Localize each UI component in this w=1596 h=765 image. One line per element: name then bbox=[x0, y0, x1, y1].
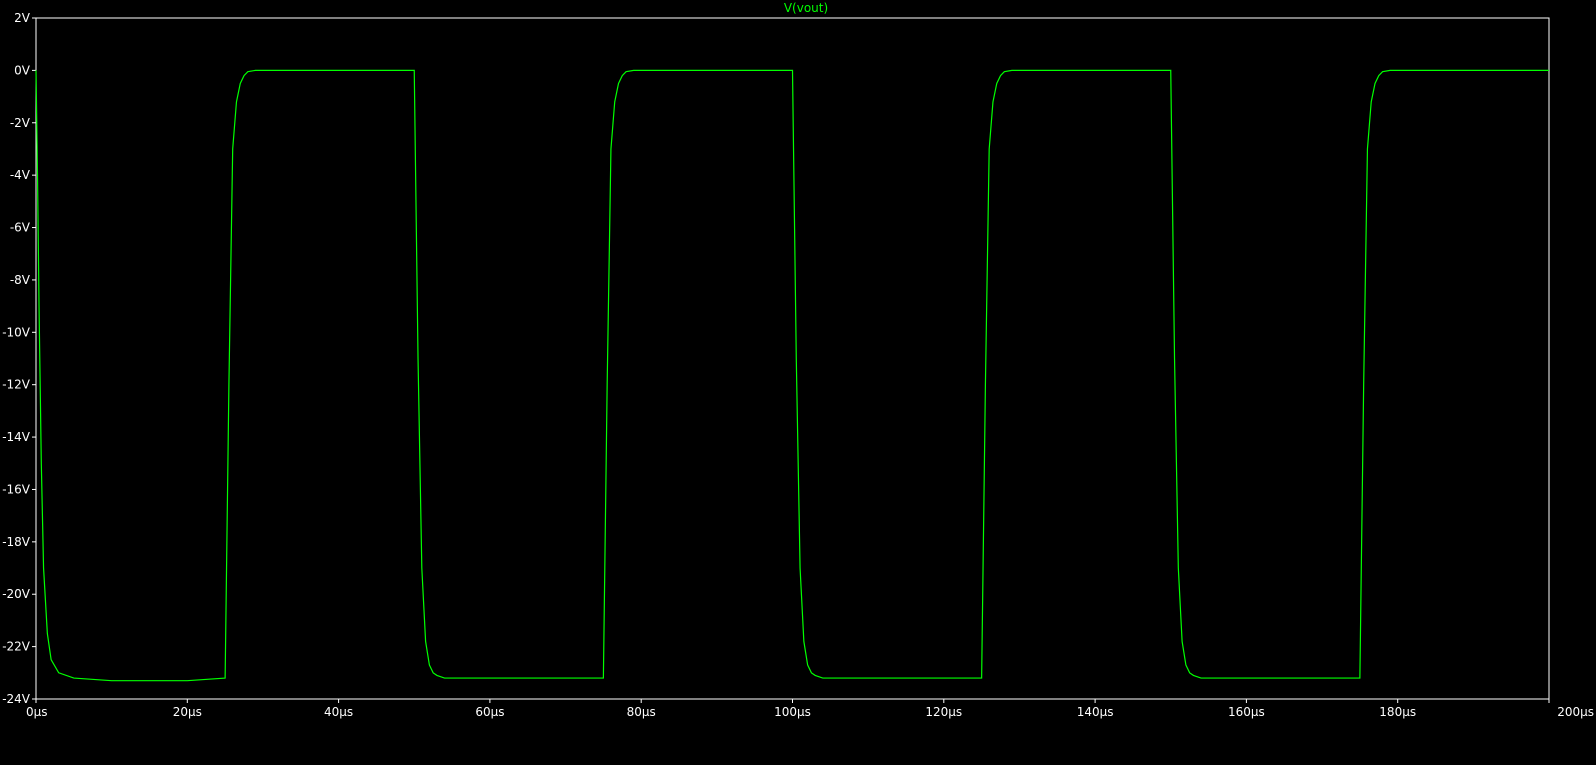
x-tick-label: 20µs bbox=[173, 705, 202, 719]
x-tick-label: 120µs bbox=[925, 705, 962, 719]
x-tick-label: 0µs bbox=[26, 705, 48, 719]
y-tick-label: -24V bbox=[2, 692, 31, 706]
y-tick-label: -10V bbox=[2, 325, 31, 339]
trace-line-vout[interactable] bbox=[35, 69, 1549, 682]
x-tick-label: 160µs bbox=[1228, 705, 1265, 719]
x-tick-label: 60µs bbox=[475, 705, 504, 719]
x-tick-label: 180µs bbox=[1379, 705, 1416, 719]
y-tick-label: -18V bbox=[2, 535, 31, 549]
y-tick-label: -6V bbox=[10, 221, 31, 235]
waveform-plot-window[interactable]: V(vout) 2V 0V -2V -4V -6V -8V -10V -12V -14V -16V… bbox=[0, 0, 1596, 765]
y-tick-label: -16V bbox=[2, 482, 31, 496]
y-tick-label: -8V bbox=[10, 273, 31, 287]
y-tick-label: -14V bbox=[2, 430, 31, 444]
x-axis: 0µs 20µs 40µs 60µs 80µs 100µs 120µs 140µs 160µs 1… bbox=[26, 699, 1594, 719]
x-tick-label: 40µs bbox=[324, 705, 353, 719]
x-tick-label: 100µs bbox=[774, 705, 811, 719]
y-tick-label: -20V bbox=[2, 587, 31, 601]
trace-title[interactable]: V(vout) bbox=[784, 1, 828, 15]
x-tick-label: 200µs bbox=[1557, 705, 1594, 719]
y-tick-label: -4V bbox=[10, 168, 31, 182]
y-axis: 2V 0V -2V -4V -6V -8V -10V -12V -14V -16V -18V -20V… bbox=[2, 11, 36, 706]
y-tick-label: -2V bbox=[10, 116, 31, 130]
x-tick-label: 140µs bbox=[1077, 705, 1114, 719]
plot-frame bbox=[35, 17, 1550, 700]
y-tick-label: -12V bbox=[2, 378, 31, 392]
waveform-plot[interactable]: V(vout) 2V 0V -2V -4V -6V -8V -10V -12V -14V -16V… bbox=[0, 0, 1596, 765]
y-tick-label: 2V bbox=[14, 11, 31, 25]
y-tick-label: -22V bbox=[2, 640, 31, 654]
y-tick-label: 0V bbox=[14, 63, 31, 77]
x-tick-label: 80µs bbox=[627, 705, 656, 719]
